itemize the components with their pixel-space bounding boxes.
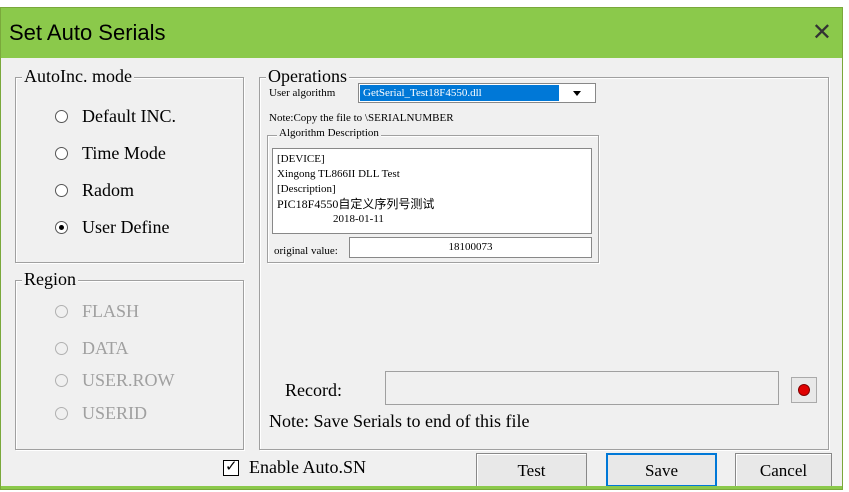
radio-user-define[interactable]: User Define [55,217,169,238]
autoinc-legend: AutoInc. mode [22,66,134,86]
radio-data: DATA [55,338,129,359]
enable-auto-sn[interactable]: ✓ Enable Auto.SN [223,457,366,478]
description-line: Xingong TL866II DLL Test [277,168,400,180]
close-icon[interactable]: ✕ [812,18,832,46]
radio-label: DATA [82,338,129,358]
radio-button-disabled [55,374,68,387]
radio-button[interactable] [55,110,68,123]
original-value-label: original value: [274,245,338,257]
radio-flash: FLASH [55,301,139,322]
radio-button[interactable] [55,184,68,197]
description-line: PIC18F4550自定义序列号测试 [277,197,435,211]
radio-button-disabled [55,407,68,420]
radio-userid: USERID [55,403,147,424]
radio-label: Time Mode [82,143,166,163]
chevron-down-icon [573,91,581,96]
enable-auto-sn-label: Enable Auto.SN [249,457,366,477]
user-algorithm-label: User algorithm [269,87,336,99]
description-line: 2018-01-11 [333,213,384,225]
copy-note: Note:Copy the file to \SERIALNUMBER [269,112,454,124]
radio-label: Radom [82,180,134,200]
radio-radom[interactable]: Radom [55,180,134,201]
record-dot-icon [798,384,810,396]
radio-default-inc[interactable]: Default INC. [55,106,176,127]
radio-time-mode[interactable]: Time Mode [55,143,166,164]
algorithm-description-legend: Algorithm Description [277,126,381,140]
region-legend: Region [22,269,78,289]
radio-label: USER.ROW [82,370,175,390]
operations-legend: Operations [266,66,349,86]
original-value: 18100073 [448,241,493,253]
radio-button[interactable] [55,147,68,160]
radio-label: USERID [82,403,148,423]
radio-user-row: USER.ROW [55,370,175,391]
cancel-button[interactable]: Cancel [735,453,832,487]
radio-label: User Define [82,217,170,237]
user-algorithm-value: GetSerial_Test18F4550.dll [360,85,559,101]
window-title: Set Auto Serials [9,20,166,45]
record-input[interactable] [385,371,779,405]
original-value-field[interactable]: 18100073 [349,237,592,258]
radio-button-disabled [55,305,68,318]
user-algorithm-select[interactable]: GetSerial_Test18F4550.dll [358,83,596,103]
record-note: Note: Save Serials to end of this file [269,411,530,431]
title-bar[interactable]: Set Auto Serials ✕ [1,8,842,58]
radio-label: FLASH [82,301,140,321]
radio-button-selected[interactable] [55,221,68,234]
record-button[interactable] [791,377,817,403]
dropdown-button[interactable] [559,84,595,102]
save-button[interactable]: Save [606,453,717,487]
test-button[interactable]: Test [476,453,587,487]
checkbox-checked-icon[interactable]: ✓ [223,457,239,476]
description-line: [Description] [277,183,336,195]
record-label: Record: [285,380,342,400]
radio-label: Default INC. [82,106,176,126]
dialog-window: Set Auto Serials ✕ AutoInc. mode Default… [0,7,843,490]
window-bottom-border [1,486,842,489]
algorithm-description-text: [DEVICE] Xingong TL866II DLL Test [Descr… [272,148,592,234]
radio-button-disabled [55,342,68,355]
description-line: [DEVICE] [277,153,325,165]
